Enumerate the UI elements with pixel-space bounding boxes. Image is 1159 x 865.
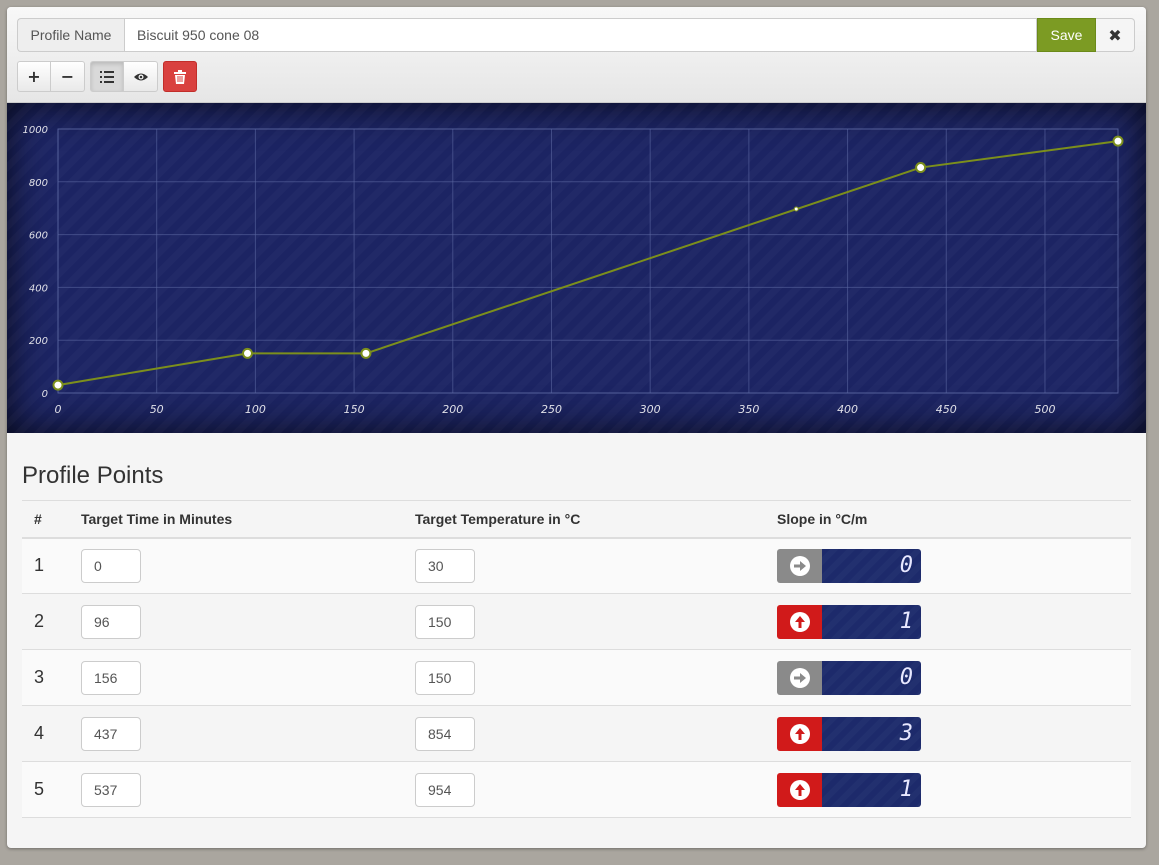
col-header-time: Target Time in Minutes [69,500,403,539]
profile-header: Profile Name Save ✖ + − [7,7,1146,103]
col-header-index: # [22,500,69,539]
profile-name-group: Profile Name Save ✖ [17,18,1135,52]
data-point [915,162,927,174]
time-input[interactable] [81,772,141,807]
x-tick-label: 400 [837,403,858,416]
profile-editor-panel: Profile Name Save ✖ + − [7,7,1146,848]
slope-direction-badge [777,660,822,695]
table-row: 5 1 [22,761,1131,818]
row-index: 5 [22,761,69,818]
data-point [52,379,64,391]
y-tick-label: 600 [29,231,48,242]
row-index: 4 [22,705,69,762]
col-header-slope: Slope in °C/m [765,500,1131,539]
slope-value: 0 [822,548,921,583]
y-tick-label: 0 [42,389,48,400]
delete-profile-button[interactable] [163,61,197,92]
time-input[interactable] [81,716,141,751]
x-tick-label: 50 [150,403,164,416]
x-tick-label: 350 [738,403,759,416]
y-tick-label: 1000 [23,125,48,136]
slope-direction-badge [777,716,822,751]
add-point-button[interactable]: + [17,61,51,92]
slope-indicator: 1 [777,604,921,639]
col-header-temp: Target Temperature in °C [403,500,765,539]
x-tick-label: 250 [541,403,562,416]
time-input[interactable] [81,548,141,583]
table-row: 1 0 [22,537,1131,594]
x-tick-label: 150 [344,403,365,416]
slope-value: 3 [822,716,921,751]
row-index: 2 [22,593,69,650]
y-tick-label: 400 [29,283,48,294]
profile-points-table: # Target Time in Minutes Target Temperat… [22,500,1131,818]
x-tick-label: 200 [442,403,463,416]
slope-indicator: 0 [777,660,921,695]
arrow-up-icon [794,615,805,628]
table-row: 2 1 [22,593,1131,650]
firing-profile-chart[interactable]: 0 50 100 150 200 250 300 350 400 450 500 0 200 400 600… [7,103,1146,433]
slope-direction-badge [777,548,822,583]
data-point [1112,135,1124,147]
slope-direction-badge [777,772,822,807]
data-point [360,347,372,359]
segment-midpoint-marker [793,206,799,212]
profile-name-input[interactable] [124,18,1037,52]
arrow-right-icon [793,560,806,571]
temp-input[interactable] [415,548,475,583]
time-input[interactable] [81,660,141,695]
trash-icon [174,69,186,84]
slope-value: 1 [822,604,921,639]
x-tick-label: 300 [640,403,661,416]
table-header-row: # Target Time in Minutes Target Temperat… [22,500,1131,539]
temp-input[interactable] [415,772,475,807]
time-input[interactable] [81,604,141,639]
slope-indicator: 3 [777,716,921,751]
temp-input[interactable] [415,660,475,695]
data-point [241,347,253,359]
temp-input[interactable] [415,716,475,751]
table-row: 3 0 [22,649,1131,706]
x-tick-label: 0 [55,403,62,416]
row-index: 1 [22,537,69,594]
save-button[interactable]: Save [1037,18,1096,52]
x-tick-label: 500 [1034,403,1055,416]
y-tick-label: 200 [29,336,48,347]
close-icon[interactable]: ✖ [1096,18,1135,52]
eye-icon [133,73,148,80]
arrow-up-icon [794,727,805,740]
chart-svg: 0 50 100 150 200 250 300 350 400 450 500 0 200 400 600… [7,103,1146,433]
preview-button[interactable] [124,61,158,92]
temp-input[interactable] [415,604,475,639]
profile-name-label: Profile Name [17,18,124,52]
slope-indicator: 0 [777,548,921,583]
arrow-up-icon [794,783,805,796]
slope-direction-badge [777,604,822,639]
y-tick-label: 800 [29,178,48,189]
row-index: 3 [22,649,69,706]
slope-indicator: 1 [777,772,921,807]
slope-value: 0 [822,660,921,695]
x-tick-label: 100 [245,403,266,416]
list-icon [100,70,114,83]
remove-point-button[interactable]: − [51,61,85,92]
slope-value: 1 [822,772,921,807]
list-view-button[interactable] [90,61,124,92]
arrow-right-icon [793,672,806,683]
toolbar: + − [17,61,197,92]
profile-points-title: Profile Points [22,462,164,489]
x-tick-label: 450 [936,403,957,416]
table-row: 4 3 [22,705,1131,762]
